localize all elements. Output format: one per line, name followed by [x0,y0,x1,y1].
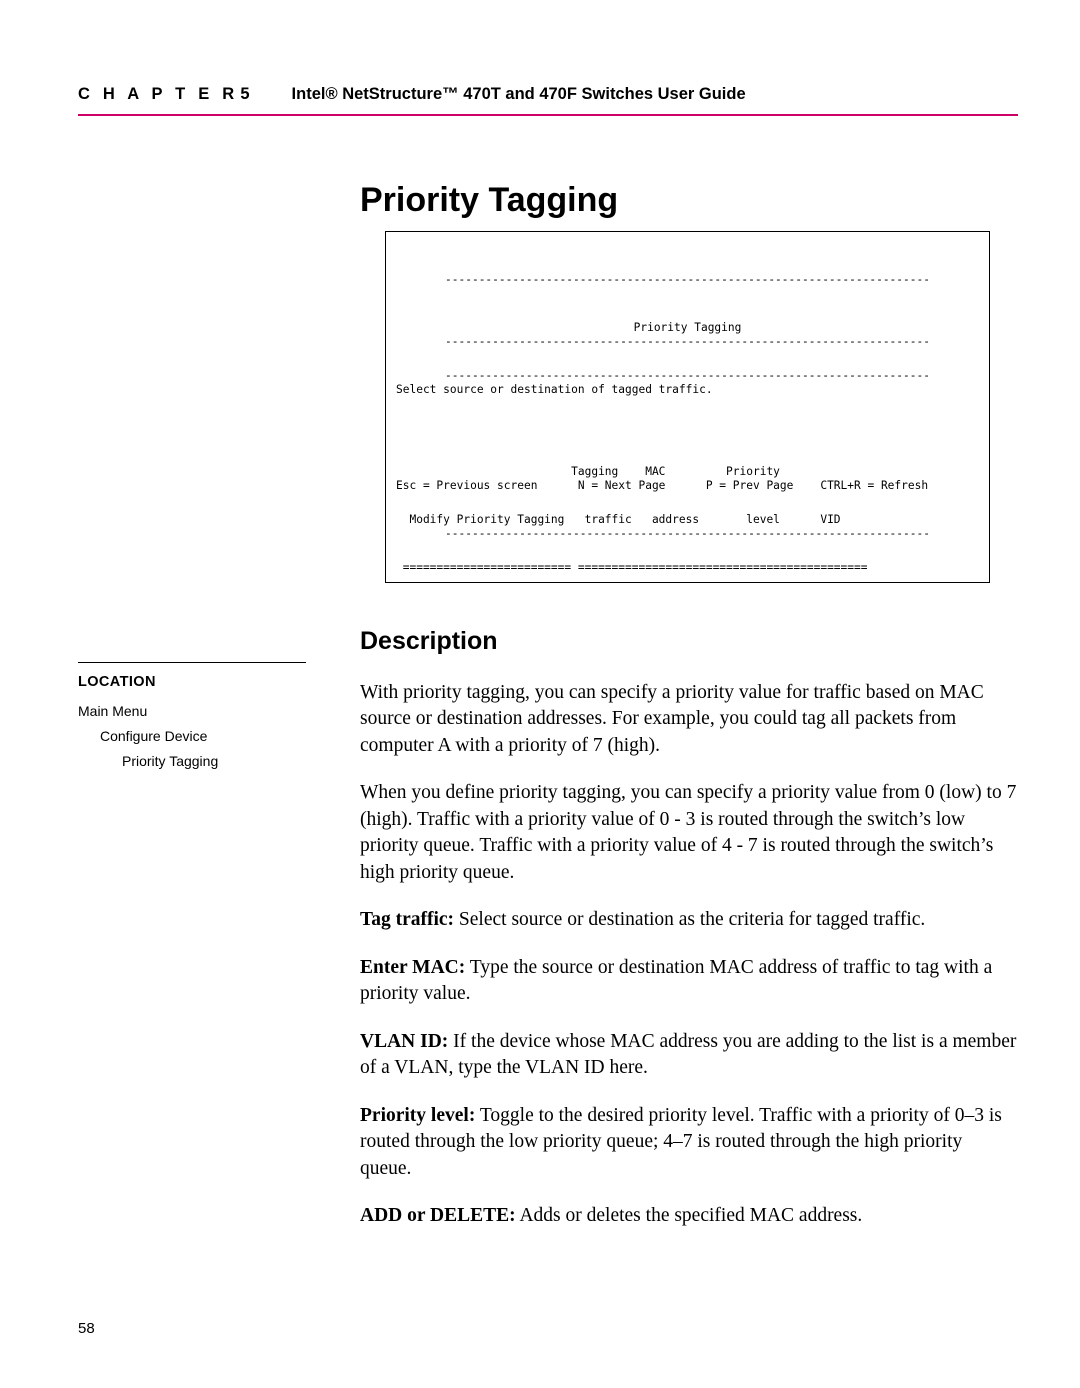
page-number: 58 [78,1320,95,1337]
page-header: C H A P T E R 5 Intel® NetStructure™ 470… [78,85,1018,104]
definition-term-add-delete: ADD or DELETE: [360,1205,516,1226]
definition-text-add-delete: Adds or deletes the specified MAC addres… [515,1205,863,1226]
section-heading-description: Description [360,626,498,655]
definition-tag-traffic: Tag traffic: Select source or destinatio… [360,907,1018,934]
terminal-screenshot: ----------------------------------------… [385,231,990,583]
definition-add-delete: ADD or DELETE: Adds or deletes the speci… [360,1203,1018,1230]
chapter-word: C H A P T E R [78,85,239,103]
definition-term-vlan-id: VLAN ID: [360,1030,449,1052]
definition-term-priority-level: Priority level: [360,1104,476,1126]
definition-vlan-id: VLAN ID: If the device whose MAC address… [360,1029,1018,1082]
definition-priority-level: Priority level: Toggle to the desired pr… [360,1103,1018,1183]
definition-text-tag-traffic: Select source or destination as the crit… [454,909,926,930]
terminal-footer: ----------------------------------------… [386,302,989,574]
page-title: Priority Tagging [360,180,619,219]
header-divider-rule [78,114,1018,116]
terminal-key-help-line: Esc = Previous screen N = Next Page P = … [396,479,929,492]
definition-term-tag-traffic: Tag traffic: [360,909,455,930]
location-item-configure-device: Configure Device [100,728,208,744]
location-divider-rule [78,662,306,663]
terminal-divider-final: ----------------------------------------… [445,527,930,540]
definition-text-vlan-id: If the device whose MAC address you are … [360,1030,1017,1079]
header-row: C H A P T E R 5 Intel® NetStructure™ 470… [78,85,1018,104]
chapter-number: 5 [240,85,250,103]
terminal-blank-5 [396,430,979,446]
definition-term-enter-mac: Enter MAC: [360,956,466,978]
location-title: LOCATION [78,674,156,690]
terminal-divider-bottom: ----------------------------------------… [445,335,930,348]
body-column: With priority tagging, you can specify a… [360,660,1018,1251]
body-paragraph-1: With priority tagging, you can specify a… [360,681,984,756]
terminal-status-line: Select source or destination of tagged t… [396,383,713,396]
location-item-priority-tagging: Priority Tagging [122,753,219,769]
body-paragraph-2: When you define priority tagging, you ca… [360,782,1017,883]
terminal-divider-top: ----------------------------------------… [445,273,930,286]
location-item-main-menu: Main Menu [78,703,148,719]
header-guide-title: Intel® NetStructure™ 470T and 470F Switc… [291,85,746,103]
location-sidebar: LOCATION Main Menu Configure Device Prio… [78,662,308,778]
definition-enter-mac: Enter MAC: Type the source or destinatio… [360,955,1018,1008]
